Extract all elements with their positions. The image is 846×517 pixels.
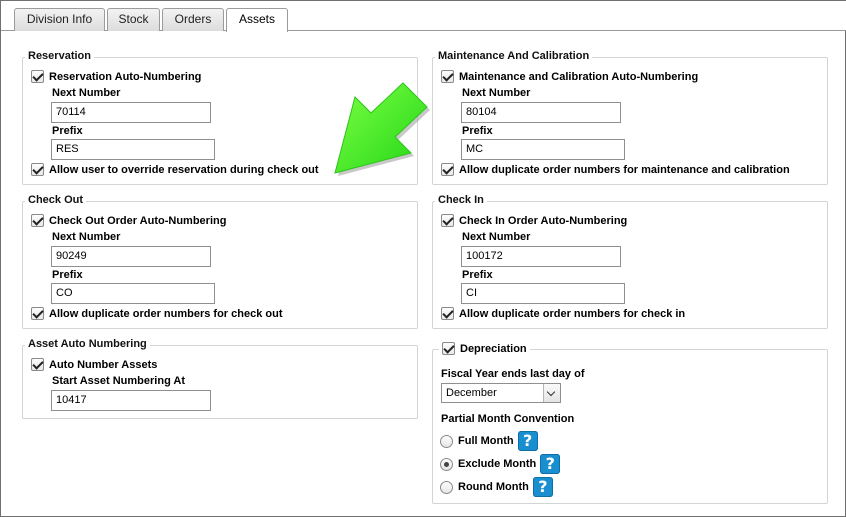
checkout-legend: Check Out [25, 194, 87, 206]
assets-settings-panel: Division Info Stock Orders Assets Reserv… [0, 0, 846, 517]
maintenance-auto-checkbox[interactable] [441, 70, 454, 83]
tab-assets[interactable]: Assets [226, 8, 288, 32]
checkin-auto-checkbox[interactable] [441, 214, 454, 227]
depreciation-checkbox[interactable] [442, 342, 455, 355]
checkout-auto-row: Check Out Order Auto-Numbering [31, 214, 226, 227]
exclude-month-row: Exclude Month ? [440, 454, 561, 474]
checkin-duplicate-checkbox[interactable] [441, 307, 454, 320]
checkout-auto-checkbox[interactable] [31, 214, 44, 227]
reservation-auto-row: Reservation Auto-Numbering [31, 70, 201, 83]
maintenance-auto-label: Maintenance and Calibration Auto-Numberi… [459, 70, 699, 83]
checkin-next-number-label: Next Number [462, 231, 531, 243]
maintenance-auto-row: Maintenance and Calibration Auto-Numberi… [441, 70, 698, 83]
asset-auto-label: Auto Number Assets [49, 358, 158, 371]
maintenance-prefix-label: Prefix [462, 125, 493, 137]
reservation-auto-label: Reservation Auto-Numbering [49, 70, 202, 83]
reservation-legend: Reservation [25, 50, 94, 62]
reservation-prefix-input[interactable]: RES [51, 139, 215, 160]
full-month-row: Full Month ? [440, 431, 538, 451]
help-question-icon[interactable]: ? [532, 477, 553, 497]
reservation-override-row: Allow user to override reservation durin… [31, 163, 319, 176]
checkout-next-number-input[interactable]: 90249 [51, 246, 211, 267]
checkin-auto-row: Check In Order Auto-Numbering [441, 214, 627, 227]
fiscal-year-label: Fiscal Year ends last day of [441, 368, 585, 380]
reservation-override-checkbox[interactable] [31, 163, 44, 176]
checkout-next-number-label: Next Number [52, 231, 121, 243]
round-month-radio[interactable] [440, 480, 453, 494]
maintenance-next-number-label: Next Number [462, 87, 531, 99]
asset-start-input[interactable]: 10417 [51, 390, 211, 411]
checkin-prefix-label: Prefix [462, 269, 493, 281]
maintenance-duplicate-label: Allow duplicate order numbers for mainte… [459, 163, 790, 176]
exclude-month-radio[interactable] [440, 457, 453, 471]
checkout-duplicate-row: Allow duplicate order numbers for check … [31, 307, 282, 320]
depreciation-legend: Depreciation [460, 342, 527, 355]
round-month-row: Round Month ? [440, 477, 553, 497]
checkin-prefix-input[interactable]: CI [461, 283, 625, 304]
reservation-override-label: Allow user to override reservation durin… [49, 163, 319, 176]
tab-division-info[interactable]: Division Info [14, 8, 105, 31]
checkout-duplicate-label: Allow duplicate order numbers for check … [49, 307, 283, 320]
reservation-next-number-input[interactable]: 70114 [51, 102, 211, 123]
reservation-auto-checkbox[interactable] [31, 70, 44, 83]
reservation-next-number-label: Next Number [52, 87, 121, 99]
help-question-icon[interactable]: ? [540, 454, 561, 474]
maintenance-next-number-input[interactable]: 80104 [461, 102, 621, 123]
asset-auto-row: Auto Number Assets [31, 358, 157, 371]
maintenance-duplicate-checkbox[interactable] [441, 163, 454, 176]
checkout-duplicate-checkbox[interactable] [31, 307, 44, 320]
checkin-auto-label: Check In Order Auto-Numbering [459, 214, 628, 227]
tab-orders[interactable]: Orders [162, 8, 224, 31]
chevron-down-icon[interactable] [543, 384, 560, 402]
checkout-auto-label: Check Out Order Auto-Numbering [49, 214, 227, 227]
exclude-month-label: Exclude Month [458, 458, 537, 470]
help-question-icon[interactable]: ? [517, 431, 538, 451]
fiscal-year-select[interactable]: December [441, 383, 561, 403]
checkout-prefix-input[interactable]: CO [51, 283, 215, 304]
checkout-prefix-label: Prefix [52, 269, 83, 281]
depreciation-legend-row: Depreciation [439, 342, 530, 355]
full-month-radio[interactable] [440, 434, 453, 448]
checkin-duplicate-row: Allow duplicate order numbers for check … [441, 307, 685, 320]
maintenance-prefix-input[interactable]: MC [461, 139, 625, 160]
maintenance-legend: Maintenance And Calibration [435, 50, 593, 62]
round-month-label: Round Month [458, 481, 529, 493]
fiscal-year-selected-value: December [446, 387, 497, 399]
checkin-legend: Check In [435, 194, 487, 206]
full-month-label: Full Month [458, 435, 514, 447]
asset-start-label: Start Asset Numbering At [52, 375, 186, 387]
asset-auto-checkbox[interactable] [31, 358, 44, 371]
asset-numbering-legend: Asset Auto Numbering [25, 338, 150, 350]
maintenance-duplicate-row: Allow duplicate order numbers for mainte… [441, 163, 790, 176]
checkin-duplicate-label: Allow duplicate order numbers for check … [459, 307, 686, 320]
green-arrow-icon [334, 82, 430, 176]
checkin-next-number-input[interactable]: 100172 [461, 246, 621, 267]
partial-month-label: Partial Month Convention [441, 413, 575, 425]
tab-stock[interactable]: Stock [107, 8, 160, 31]
tab-strip: Division Info Stock Orders Assets [1, 1, 846, 32]
reservation-prefix-label: Prefix [52, 125, 83, 137]
